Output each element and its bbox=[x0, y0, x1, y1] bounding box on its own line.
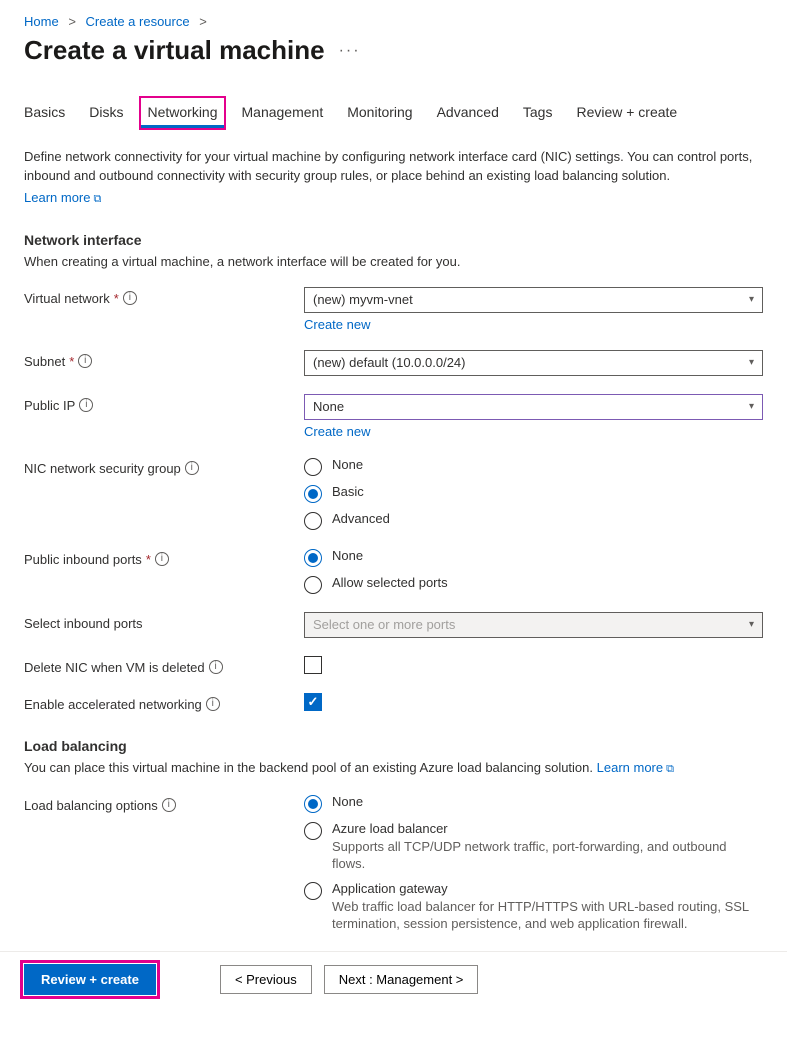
subnet-value: (new) default (10.0.0.0/24) bbox=[313, 355, 465, 370]
section-network-interface: Network interface bbox=[24, 232, 763, 248]
more-actions-icon[interactable]: ··· bbox=[339, 43, 361, 59]
chevron-down-icon: ▾ bbox=[749, 401, 754, 412]
tab-tags[interactable]: Tags bbox=[523, 98, 553, 128]
chevron-down-icon: ▾ bbox=[749, 294, 754, 305]
tab-basics[interactable]: Basics bbox=[24, 98, 65, 128]
select-ports-placeholder: Select one or more ports bbox=[313, 617, 455, 632]
breadcrumb-create-resource[interactable]: Create a resource bbox=[86, 14, 190, 29]
select-ports-select: Select one or more ports ▾ bbox=[304, 612, 763, 638]
subnet-label: Subnet bbox=[24, 354, 65, 369]
nsg-option-advanced: Advanced bbox=[332, 511, 390, 526]
accel-net-label: Enable accelerated networking bbox=[24, 697, 202, 712]
required-indicator: * bbox=[146, 552, 151, 567]
public-ip-value: None bbox=[313, 399, 344, 414]
breadcrumb: Home > Create a resource > bbox=[24, 14, 763, 29]
next-button[interactable]: Next : Management > bbox=[324, 965, 479, 994]
inbound-ports-label: Public inbound ports bbox=[24, 552, 142, 567]
nsg-option-none: None bbox=[332, 457, 363, 472]
tab-review[interactable]: Review + create bbox=[576, 98, 677, 128]
chevron-right-icon: > bbox=[199, 14, 207, 29]
lb-radio-none[interactable] bbox=[304, 795, 322, 813]
vnet-label: Virtual network bbox=[24, 291, 110, 306]
tab-disks[interactable]: Disks bbox=[89, 98, 123, 128]
info-icon[interactable]: i bbox=[79, 398, 93, 412]
lb-radio-alb[interactable] bbox=[304, 822, 322, 840]
breadcrumb-home[interactable]: Home bbox=[24, 14, 59, 29]
previous-button[interactable]: < Previous bbox=[220, 965, 312, 994]
external-link-icon: ⧉ bbox=[93, 193, 101, 205]
section-load-balancing: Load balancing bbox=[24, 738, 763, 754]
info-icon[interactable]: i bbox=[155, 552, 169, 566]
review-create-button[interactable]: Review + create bbox=[24, 964, 156, 995]
public-ip-select[interactable]: None ▾ bbox=[304, 394, 763, 420]
lb-option-agw-desc: Web traffic load balancer for HTTP/HTTPS… bbox=[332, 898, 763, 933]
required-indicator: * bbox=[114, 291, 119, 306]
select-ports-label: Select inbound ports bbox=[24, 616, 143, 631]
lb-learn-more-link[interactable]: Learn more⧉ bbox=[597, 760, 674, 775]
tab-management[interactable]: Management bbox=[242, 98, 324, 128]
public-ip-label: Public IP bbox=[24, 398, 75, 413]
lb-desc: You can place this virtual machine in th… bbox=[24, 760, 763, 776]
vnet-create-new-link[interactable]: Create new bbox=[304, 317, 763, 332]
external-link-icon: ⧉ bbox=[666, 763, 674, 775]
nsg-radio-advanced[interactable] bbox=[304, 512, 322, 530]
learn-more-link[interactable]: Learn more⧉ bbox=[24, 190, 101, 205]
delete-nic-checkbox[interactable] bbox=[304, 656, 322, 674]
inbound-radio-allow[interactable] bbox=[304, 576, 322, 594]
vnet-value: (new) myvm-vnet bbox=[313, 292, 413, 307]
tab-advanced[interactable]: Advanced bbox=[437, 98, 499, 128]
info-icon[interactable]: i bbox=[78, 354, 92, 368]
info-icon[interactable]: i bbox=[185, 461, 199, 475]
delete-nic-label: Delete NIC when VM is deleted bbox=[24, 660, 205, 675]
footer-bar: Review + create < Previous Next : Manage… bbox=[0, 951, 787, 1007]
lb-option-agw: Application gateway bbox=[332, 881, 763, 896]
inbound-option-none: None bbox=[332, 548, 363, 563]
nsg-radio-basic[interactable] bbox=[304, 485, 322, 503]
chevron-down-icon: ▾ bbox=[749, 357, 754, 368]
public-ip-create-new-link[interactable]: Create new bbox=[304, 424, 763, 439]
info-icon[interactable]: i bbox=[162, 798, 176, 812]
required-indicator: * bbox=[69, 354, 74, 369]
intro-text: Define network connectivity for your vir… bbox=[24, 148, 763, 186]
info-icon[interactable]: i bbox=[206, 697, 220, 711]
inbound-option-allow: Allow selected ports bbox=[332, 575, 448, 590]
section-desc: When creating a virtual machine, a netwo… bbox=[24, 254, 763, 269]
tab-networking[interactable]: Networking bbox=[141, 98, 223, 128]
vnet-select[interactable]: (new) myvm-vnet ▾ bbox=[304, 287, 763, 313]
lb-option-alb-desc: Supports all TCP/UDP network traffic, po… bbox=[332, 838, 763, 873]
lb-radio-agw[interactable] bbox=[304, 882, 322, 900]
tabs: Basics Disks Networking Management Monit… bbox=[24, 98, 763, 128]
lb-options-label: Load balancing options bbox=[24, 798, 158, 813]
inbound-radio-none[interactable] bbox=[304, 549, 322, 567]
tab-monitoring[interactable]: Monitoring bbox=[347, 98, 412, 128]
nsg-option-basic: Basic bbox=[332, 484, 364, 499]
accel-net-checkbox[interactable]: ✓ bbox=[304, 693, 322, 711]
page-title: Create a virtual machine bbox=[24, 35, 325, 66]
lb-option-none: None bbox=[332, 794, 363, 809]
nsg-radio-none[interactable] bbox=[304, 458, 322, 476]
lb-option-alb: Azure load balancer bbox=[332, 821, 763, 836]
chevron-right-icon: > bbox=[68, 14, 76, 29]
chevron-down-icon: ▾ bbox=[749, 619, 754, 630]
info-icon[interactable]: i bbox=[209, 660, 223, 674]
info-icon[interactable]: i bbox=[123, 291, 137, 305]
nsg-label: NIC network security group bbox=[24, 461, 181, 476]
subnet-select[interactable]: (new) default (10.0.0.0/24) ▾ bbox=[304, 350, 763, 376]
